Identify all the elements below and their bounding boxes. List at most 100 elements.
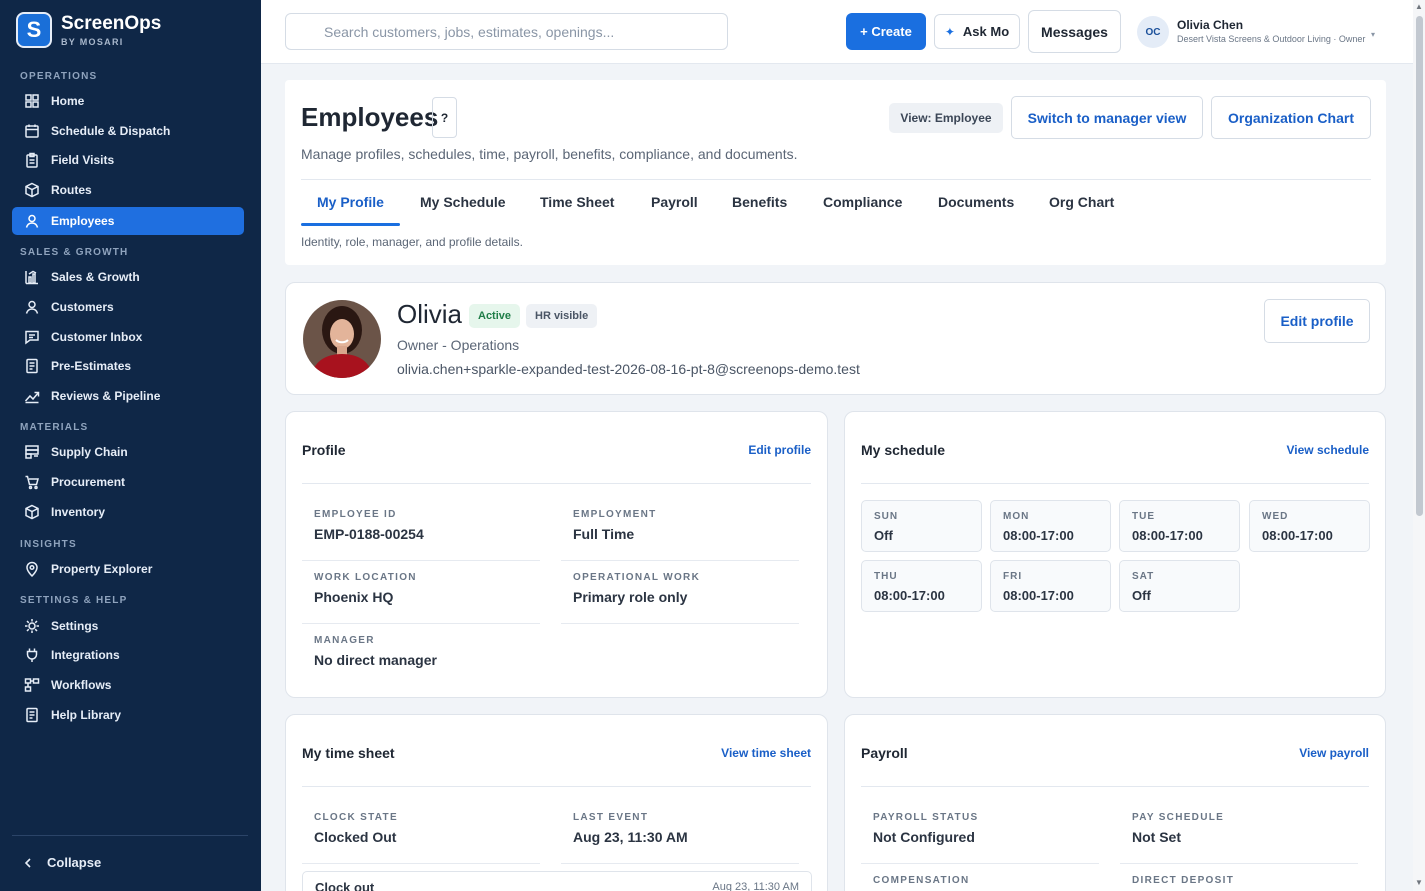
tab-documents[interactable]: Documents — [938, 194, 1014, 210]
sidebar-divider — [12, 835, 248, 836]
field-label: EMPLOYEE ID — [314, 509, 397, 520]
sidebar-item-procurement[interactable]: Procurement — [12, 468, 244, 496]
sidebar-item-label: Pre-Estimates — [51, 359, 132, 373]
sidebar-item-settings[interactable]: Settings — [12, 612, 244, 640]
field-work-location: WORK LOCATION Phoenix HQ — [302, 572, 540, 624]
clipboard-icon — [24, 152, 40, 168]
edit-profile-button[interactable]: Edit profile — [1264, 299, 1370, 343]
scroll-down-icon[interactable]: ▼ — [1415, 878, 1423, 887]
view-schedule-link[interactable]: View schedule — [1287, 443, 1369, 457]
page-header: Employees ? View: Employee Switch to man… — [285, 80, 1386, 265]
sidebar-item-label: Help Library — [51, 708, 122, 722]
ask-mo-label: Ask Mo — [962, 24, 1010, 39]
active-tab-indicator — [301, 223, 400, 226]
day-hours: Off — [1132, 588, 1151, 603]
sidebar-item-label: Workflows — [51, 678, 112, 692]
tab-org-chart[interactable]: Org Chart — [1049, 194, 1114, 210]
gear-icon — [24, 618, 40, 634]
card-title: Payroll — [861, 745, 908, 761]
sidebar-item-home[interactable]: Home — [12, 87, 244, 115]
sidebar-item-pre-estimates[interactable]: Pre-Estimates — [12, 352, 244, 380]
field-compensation: COMPENSATION — [861, 875, 1099, 891]
nav-section-settings: SETTINGS & HELP — [20, 595, 128, 606]
field-clock-state: CLOCK STATE Clocked Out — [302, 812, 540, 864]
edit-profile-link[interactable]: Edit profile — [748, 443, 811, 457]
nav-section-operations: OPERATIONS — [20, 71, 98, 82]
messages-button[interactable]: Messages — [1028, 10, 1121, 53]
search-placeholder: Search customers, jobs, estimates, openi… — [324, 23, 615, 40]
tab-my-profile[interactable]: My Profile — [317, 194, 384, 210]
document-icon — [24, 358, 40, 374]
help-button[interactable]: ? — [432, 97, 457, 138]
sidebar-item-reviews-pipeline[interactable]: Reviews & Pipeline — [12, 382, 244, 410]
tab-compliance[interactable]: Compliance — [823, 194, 902, 210]
sidebar-item-routes[interactable]: Routes — [12, 176, 244, 204]
user-name[interactable]: Olivia Chen — [1177, 18, 1243, 32]
organization-chart-button[interactable]: Organization Chart — [1211, 96, 1371, 139]
user-icon — [24, 299, 40, 315]
scrollbar[interactable]: ▲ ▼ — [1413, 0, 1425, 891]
sidebar-item-schedule-dispatch[interactable]: Schedule & Dispatch — [12, 117, 244, 145]
view-payroll-link[interactable]: View payroll — [1299, 746, 1369, 760]
sidebar-item-workflows[interactable]: Workflows — [12, 671, 244, 699]
brand-subtitle: BY MOSARI — [61, 36, 124, 47]
search-input[interactable]: Search customers, jobs, estimates, openi… — [285, 13, 728, 50]
switch-to-manager-view-button[interactable]: Switch to manager view — [1011, 96, 1203, 139]
schedule-day-sat: SAT Off — [1119, 560, 1240, 612]
create-button[interactable]: + Create — [846, 13, 926, 50]
day-name: SUN — [874, 511, 899, 522]
sidebar-item-label: Integrations — [51, 648, 120, 662]
workflow-icon — [24, 677, 40, 693]
brand-name: ScreenOps — [61, 12, 162, 34]
sidebar-item-customer-inbox[interactable]: Customer Inbox — [12, 323, 244, 351]
sidebar-item-label: Home — [51, 94, 85, 108]
chevron-left-icon — [24, 857, 31, 868]
card-divider — [861, 483, 1369, 484]
sidebar-item-customers[interactable]: Customers — [12, 293, 244, 321]
sidebar-item-integrations[interactable]: Integrations — [12, 641, 244, 669]
time-entry-row[interactable]: Clock out Aug 23, 11:30 AM — [302, 871, 812, 891]
field-label: COMPENSATION — [873, 875, 970, 886]
sidebar-item-supply-chain[interactable]: Supply Chain — [12, 438, 244, 466]
sidebar-item-help-library[interactable]: Help Library — [12, 701, 244, 729]
employee-name: Olivia — [397, 299, 463, 329]
sidebar-item-property-explorer[interactable]: Property Explorer — [12, 555, 244, 583]
scroll-thumb[interactable] — [1416, 16, 1423, 516]
schedule-card: My schedule View schedule SUN Off MON 08… — [844, 411, 1386, 698]
field-label: LAST EVENT — [573, 812, 649, 823]
sidebar-item-employees[interactable]: Employees — [12, 207, 244, 235]
tab-my-schedule[interactable]: My Schedule — [420, 194, 506, 210]
tab-time-sheet[interactable]: Time Sheet — [540, 194, 614, 210]
view-time-sheet-link[interactable]: View time sheet — [721, 746, 811, 760]
employee-role: Owner - Operations — [397, 337, 520, 353]
day-hours: 08:00-17:00 — [1132, 528, 1203, 543]
day-hours: 08:00-17:00 — [1003, 528, 1074, 543]
trend-icon — [24, 388, 40, 404]
avatar[interactable]: OC — [1137, 16, 1169, 48]
collapse-button[interactable]: Collapse — [22, 855, 101, 870]
chevron-down-icon[interactable]: ▾ — [1371, 30, 1375, 39]
day-name: THU — [874, 571, 898, 582]
field-pay-schedule: PAY SCHEDULE Not Set — [1120, 812, 1358, 864]
user-icon — [24, 213, 40, 229]
ask-mo-button[interactable]: ✦ Ask Mo — [934, 14, 1020, 49]
field-label: MANAGER — [314, 635, 375, 646]
day-name: TUE — [1132, 511, 1155, 522]
sidebar-item-label: Employees — [51, 214, 115, 228]
brand[interactable]: S ScreenOps BY MOSARI — [16, 12, 161, 48]
sidebar-item-inventory[interactable]: Inventory — [12, 498, 244, 526]
tab-benefits[interactable]: Benefits — [732, 194, 787, 210]
sidebar-item-label: Schedule & Dispatch — [51, 124, 171, 138]
sidebar-item-sales-growth[interactable]: Sales & Growth — [12, 263, 244, 291]
cube-icon — [24, 182, 40, 198]
field-value: Full Time — [573, 526, 635, 542]
card-title: My schedule — [861, 442, 946, 458]
sidebar-item-label: Customers — [51, 300, 114, 314]
scroll-up-icon[interactable]: ▲ — [1415, 2, 1423, 11]
field-value: Aug 23, 11:30 AM — [573, 829, 688, 845]
sidebar-item-field-visits[interactable]: Field Visits — [12, 146, 244, 174]
cube-icon — [24, 504, 40, 520]
tab-payroll[interactable]: Payroll — [651, 194, 698, 210]
page-title: Employees — [301, 102, 439, 132]
schedule-day-wed: WED 08:00-17:00 — [1249, 500, 1370, 552]
